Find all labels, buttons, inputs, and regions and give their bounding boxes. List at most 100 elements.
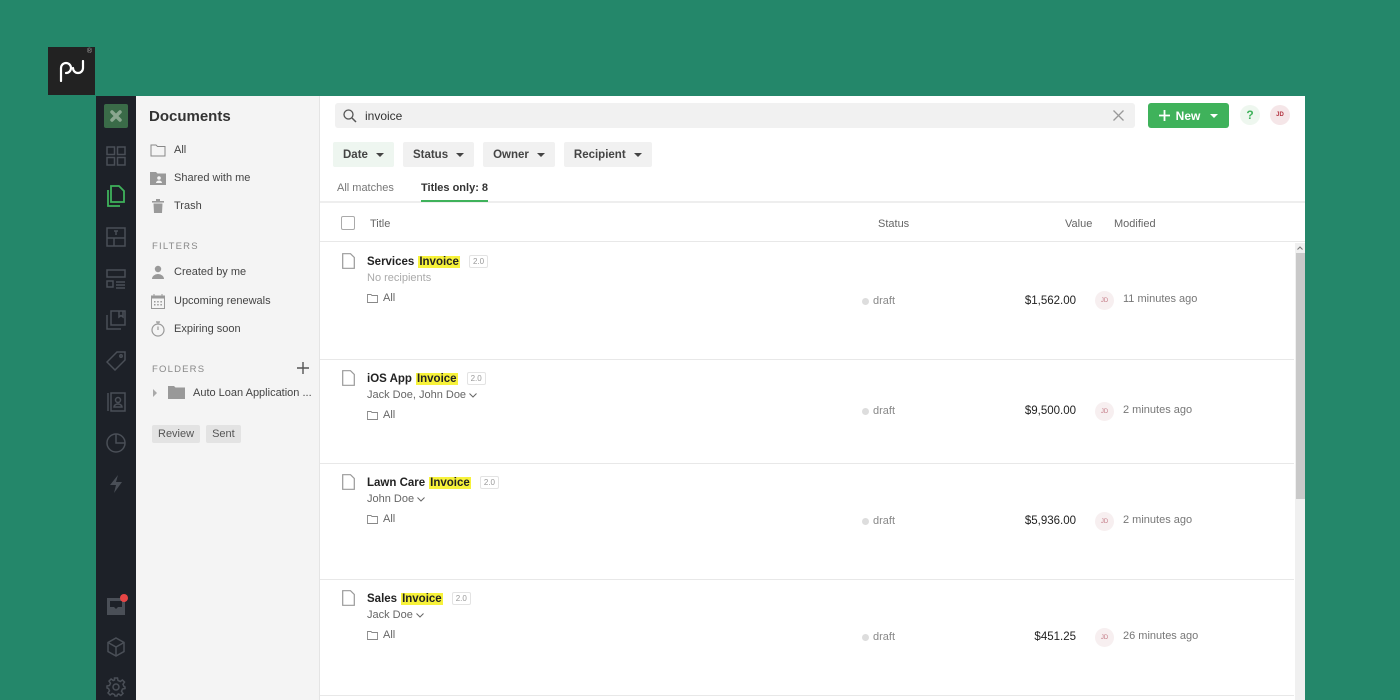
folder-outline-icon xyxy=(367,410,378,420)
dashboard-icon xyxy=(106,146,126,166)
rail-automations[interactable] xyxy=(104,472,128,496)
nav-item-shared[interactable]: Shared with me xyxy=(150,168,250,188)
rail-reports[interactable] xyxy=(104,431,128,455)
tab-titles-only[interactable]: Titles only: 8 xyxy=(421,182,489,202)
column-modified[interactable]: Modified xyxy=(1114,218,1156,230)
document-folder[interactable]: All xyxy=(367,409,395,421)
list-scrollbar[interactable] xyxy=(1295,243,1305,700)
user-avatar[interactable]: JD xyxy=(1270,105,1290,125)
tab-all-matches[interactable]: All matches xyxy=(337,182,394,200)
rail-templates[interactable] xyxy=(104,225,128,249)
status-text: draft xyxy=(873,295,896,307)
rail-content-library[interactable] xyxy=(104,267,128,291)
expand-caret-icon[interactable] xyxy=(152,388,158,397)
icon-rail xyxy=(96,96,136,700)
plus-icon xyxy=(1158,110,1170,121)
trash-icon xyxy=(150,198,166,214)
scroll-up-button[interactable] xyxy=(1295,243,1305,253)
nav-item-trash[interactable]: Trash xyxy=(150,196,202,216)
filter-upcoming-renewals[interactable]: Upcoming renewals xyxy=(150,291,271,311)
status-text: draft xyxy=(873,405,896,417)
close-icon xyxy=(1112,110,1124,121)
document-icon xyxy=(342,474,355,490)
nav-item-all[interactable]: All xyxy=(150,140,186,160)
filter-owner[interactable]: Owner xyxy=(483,142,555,167)
search-tabs: All matches Titles only: 8 xyxy=(320,174,1305,203)
nav-item-label: All xyxy=(174,144,187,156)
pandadoc-logo: ® xyxy=(48,47,95,95)
workspace-badge[interactable] xyxy=(104,104,128,128)
select-all-checkbox[interactable] xyxy=(341,216,355,230)
tag-review[interactable]: Review xyxy=(152,425,201,443)
filter-recipient[interactable]: Recipient xyxy=(563,142,652,167)
owner-avatar: JD xyxy=(1095,628,1114,647)
document-folder[interactable]: All xyxy=(367,513,395,525)
nav-item-label: Trash xyxy=(174,200,202,212)
document-title[interactable]: Sales Invoice 2.0 xyxy=(367,592,471,605)
search-input[interactable] xyxy=(365,108,1109,123)
add-folder-button[interactable] xyxy=(295,360,311,376)
contacts-icon xyxy=(107,392,126,412)
modified-time: 11 minutes ago xyxy=(1123,293,1198,305)
modified-time: 2 minutes ago xyxy=(1123,514,1193,526)
folder-outline-icon xyxy=(150,142,166,158)
rail-inbox[interactable] xyxy=(104,594,128,618)
filter-date[interactable]: Date xyxy=(333,142,394,167)
document-title[interactable]: Lawn Care Invoice 2.0 xyxy=(367,476,499,489)
title-match-highlight: Invoice xyxy=(415,372,458,385)
folder-item[interactable]: Auto Loan Application ... xyxy=(152,386,312,399)
scrollbar-thumb[interactable] xyxy=(1296,253,1305,499)
document-icon xyxy=(342,370,355,386)
status-text: draft xyxy=(873,515,896,527)
chevron-down-icon xyxy=(416,612,424,618)
caret-down-icon xyxy=(633,152,642,157)
filter-label: Recipient xyxy=(573,148,626,161)
caret-down-icon xyxy=(456,152,465,157)
search-bar[interactable] xyxy=(335,103,1135,128)
folder-filled-icon xyxy=(168,386,185,399)
help-button[interactable]: ? xyxy=(1240,105,1260,125)
nav-item-label: Shared with me xyxy=(174,172,251,184)
document-title[interactable]: iOS App Invoice 2.0 xyxy=(367,372,486,385)
document-row[interactable]: Services Invoice 2.0 No recipients All dr… xyxy=(320,243,1294,360)
document-row[interactable]: Sales Invoice 2.0 Jack Doe All draft $451… xyxy=(320,580,1294,696)
caret-down-icon xyxy=(536,152,545,157)
document-folder[interactable]: All xyxy=(367,629,395,641)
title-match-highlight: Invoice xyxy=(401,592,443,605)
status-dot xyxy=(862,297,869,305)
rail-catalog[interactable] xyxy=(104,308,128,332)
new-document-button[interactable]: New xyxy=(1148,103,1229,128)
rail-documents[interactable] xyxy=(104,184,128,208)
rail-contacts[interactable] xyxy=(104,390,128,414)
chevron-down-icon xyxy=(1210,113,1219,118)
folder-outline-icon xyxy=(367,293,378,303)
chevron-up-icon xyxy=(1297,246,1303,250)
filter-expiring-soon[interactable]: Expiring soon xyxy=(150,319,241,339)
folder-label: Auto Loan Application ... xyxy=(193,386,312,399)
column-value[interactable]: Value xyxy=(1065,218,1092,230)
document-title[interactable]: Services Invoice 2.0 xyxy=(367,255,489,268)
status-dot xyxy=(862,633,869,641)
rail-settings[interactable] xyxy=(104,675,128,699)
document-row[interactable]: iOS App Invoice 2.0 Jack Doe, John Doe Al… xyxy=(320,360,1294,464)
column-status[interactable]: Status xyxy=(878,218,909,230)
document-row[interactable]: Lawn Care Invoice 2.0 John Doe All draft … xyxy=(320,464,1294,580)
document-folder[interactable]: All xyxy=(367,292,395,304)
recipients[interactable]: John Doe xyxy=(367,493,425,505)
recipients[interactable]: Jack Doe xyxy=(367,609,424,621)
column-title[interactable]: Title xyxy=(370,218,390,230)
rail-pricing[interactable] xyxy=(104,349,128,373)
chevron-down-icon xyxy=(469,392,477,398)
rail-integrations[interactable] xyxy=(104,635,128,659)
rail-dashboard[interactable] xyxy=(104,144,128,168)
tag-sent[interactable]: Sent xyxy=(206,425,241,443)
recipients[interactable]: Jack Doe, John Doe xyxy=(367,389,477,401)
pd-logo-icon xyxy=(59,60,84,82)
version-badge: 2.0 xyxy=(451,592,471,605)
filter-status[interactable]: Status xyxy=(402,142,475,167)
filter-created-by-me[interactable]: Created by me xyxy=(150,262,246,282)
clear-search-button[interactable] xyxy=(1109,107,1127,125)
filter-label: Status xyxy=(412,148,449,161)
document-value: $9,500.00 xyxy=(1024,405,1076,417)
version-badge: 2.0 xyxy=(466,372,486,385)
